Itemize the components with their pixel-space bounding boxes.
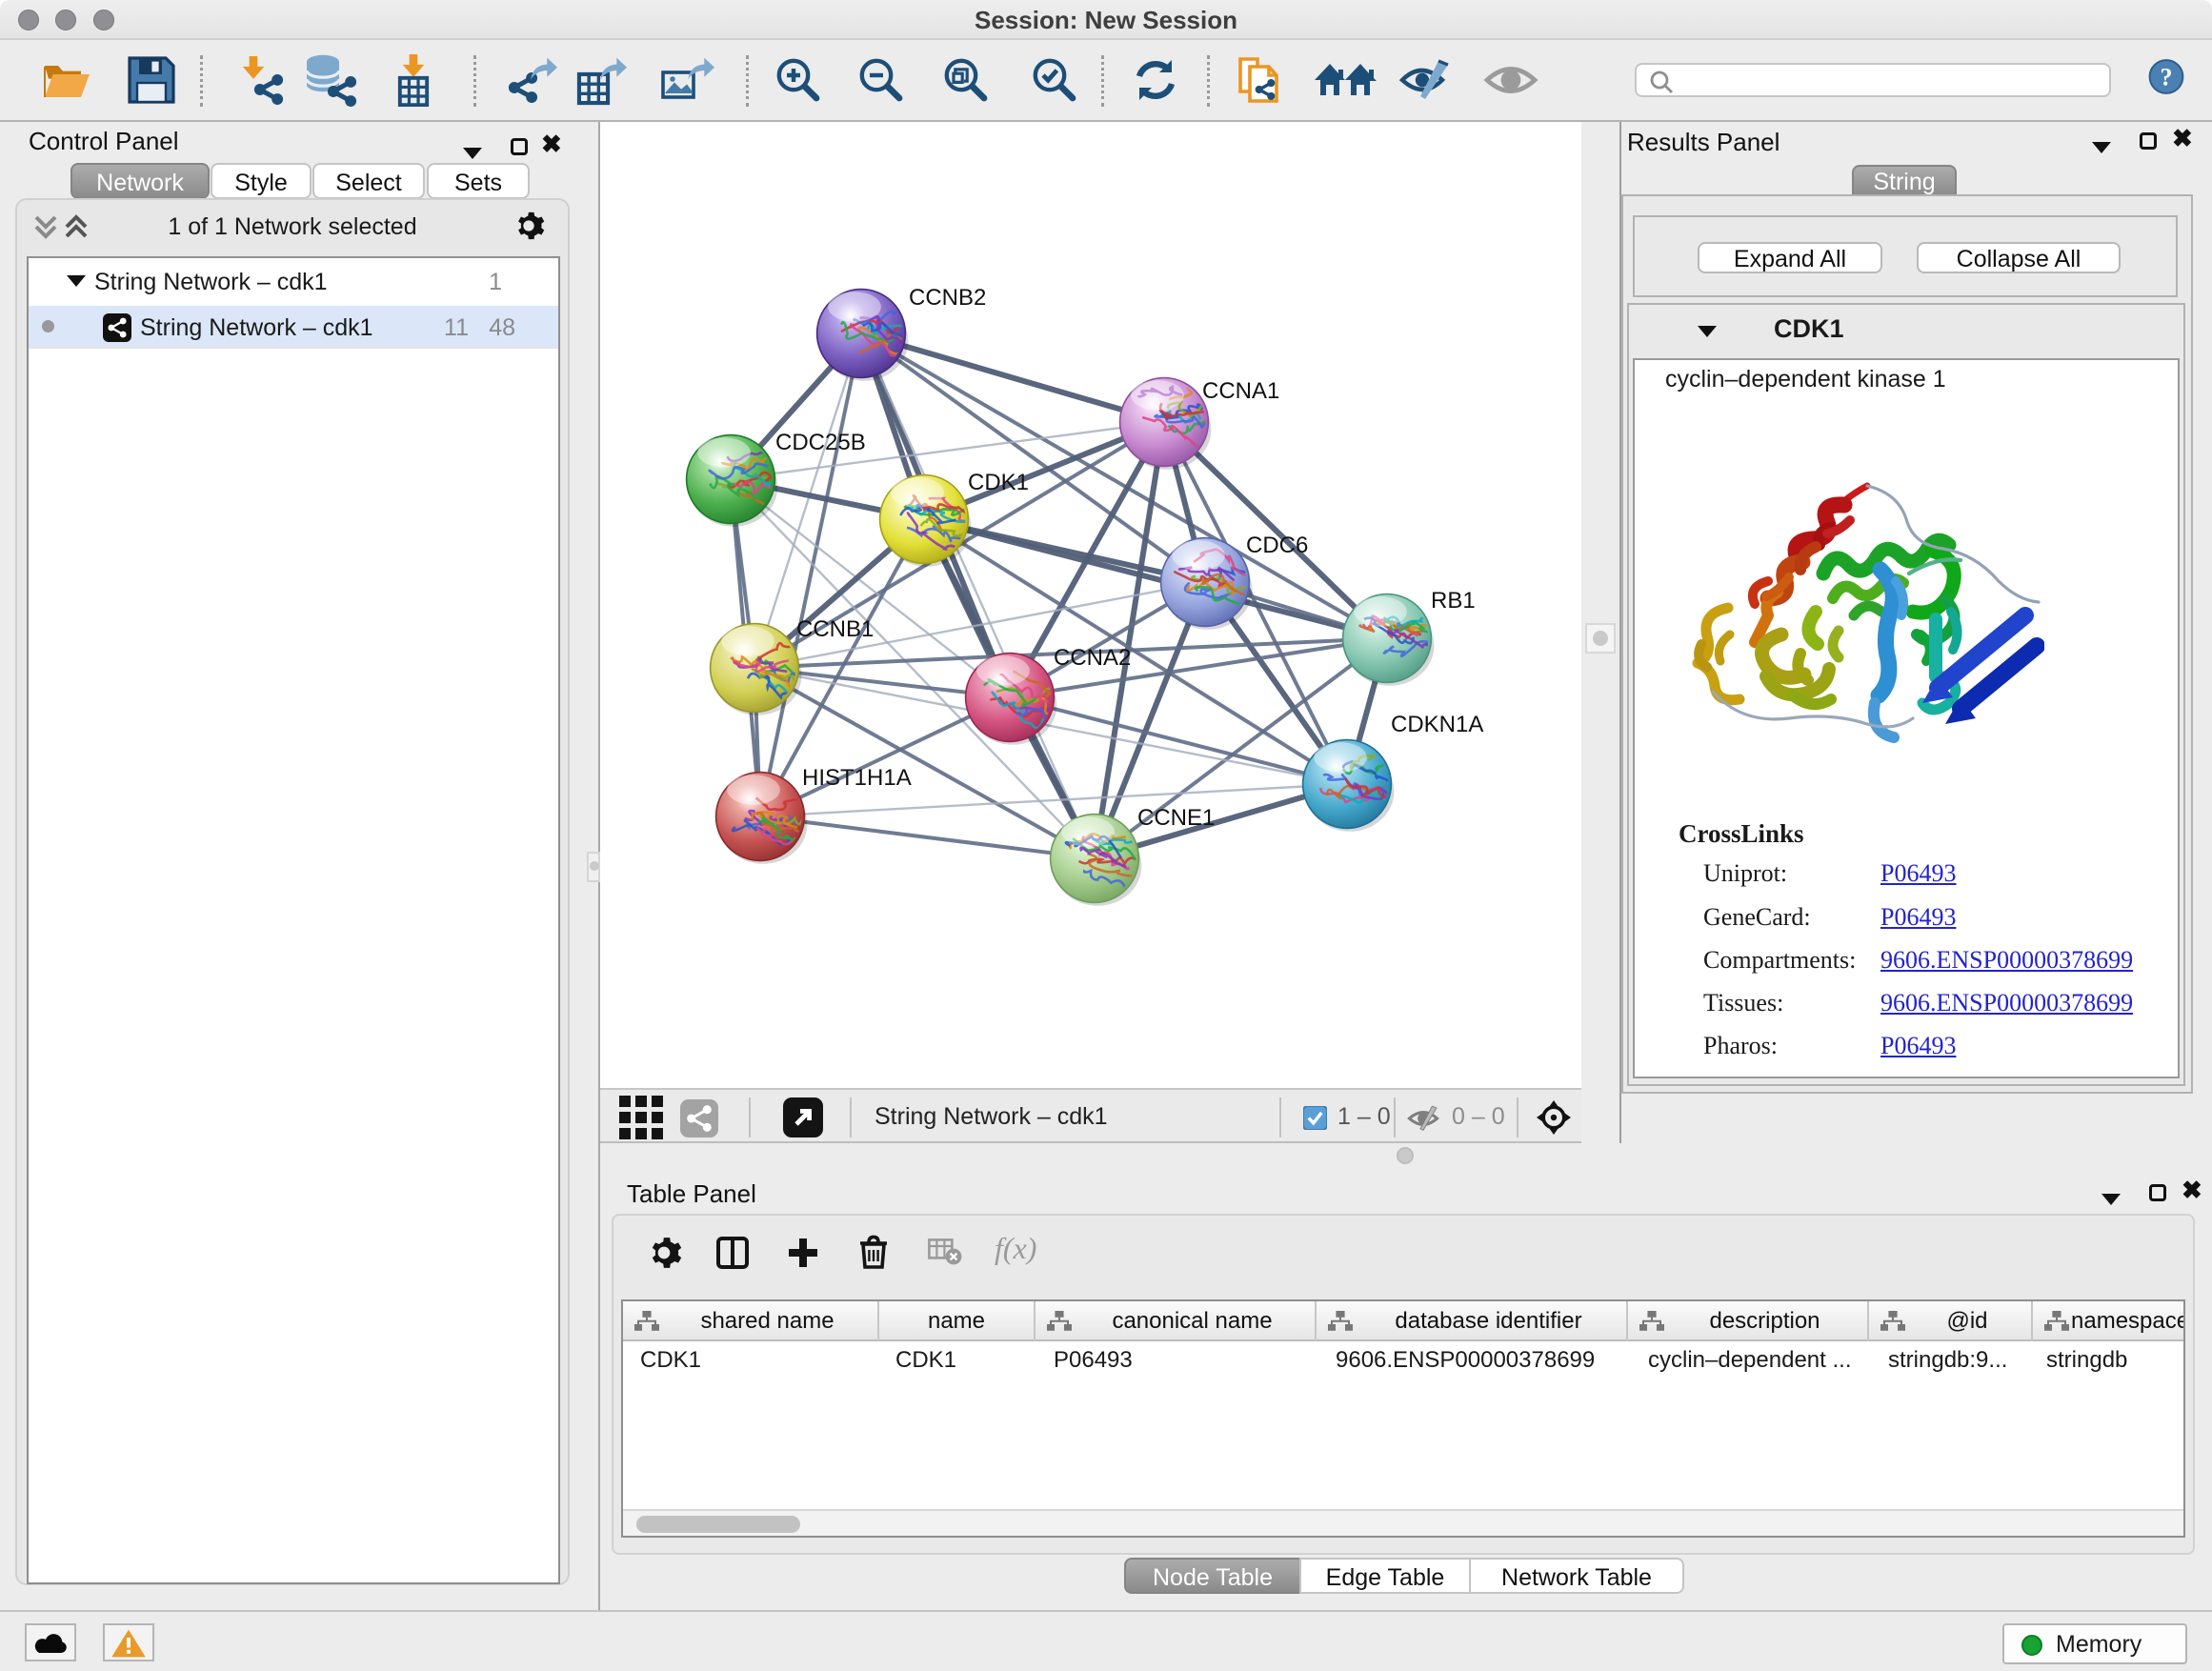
svg-text:CCNA1: CCNA1 xyxy=(1202,378,1279,404)
svg-text:CCNE1: CCNE1 xyxy=(1137,805,1215,831)
svg-text:CCNA2: CCNA2 xyxy=(1054,645,1131,671)
svg-text:CCNB2: CCNB2 xyxy=(909,285,986,311)
svg-text:?: ? xyxy=(2161,64,2173,91)
svg-text:CCNB1: CCNB1 xyxy=(796,616,874,642)
svg-text:CDC6: CDC6 xyxy=(1246,533,1308,558)
svg-text:CDC25B: CDC25B xyxy=(775,430,866,455)
svg-text:RB1: RB1 xyxy=(1431,588,1476,614)
svg-text:HIST1H1A: HIST1H1A xyxy=(802,765,912,791)
svg-text:CDK1: CDK1 xyxy=(968,470,1029,495)
svg-text:CDKN1A: CDKN1A xyxy=(1391,712,1483,737)
